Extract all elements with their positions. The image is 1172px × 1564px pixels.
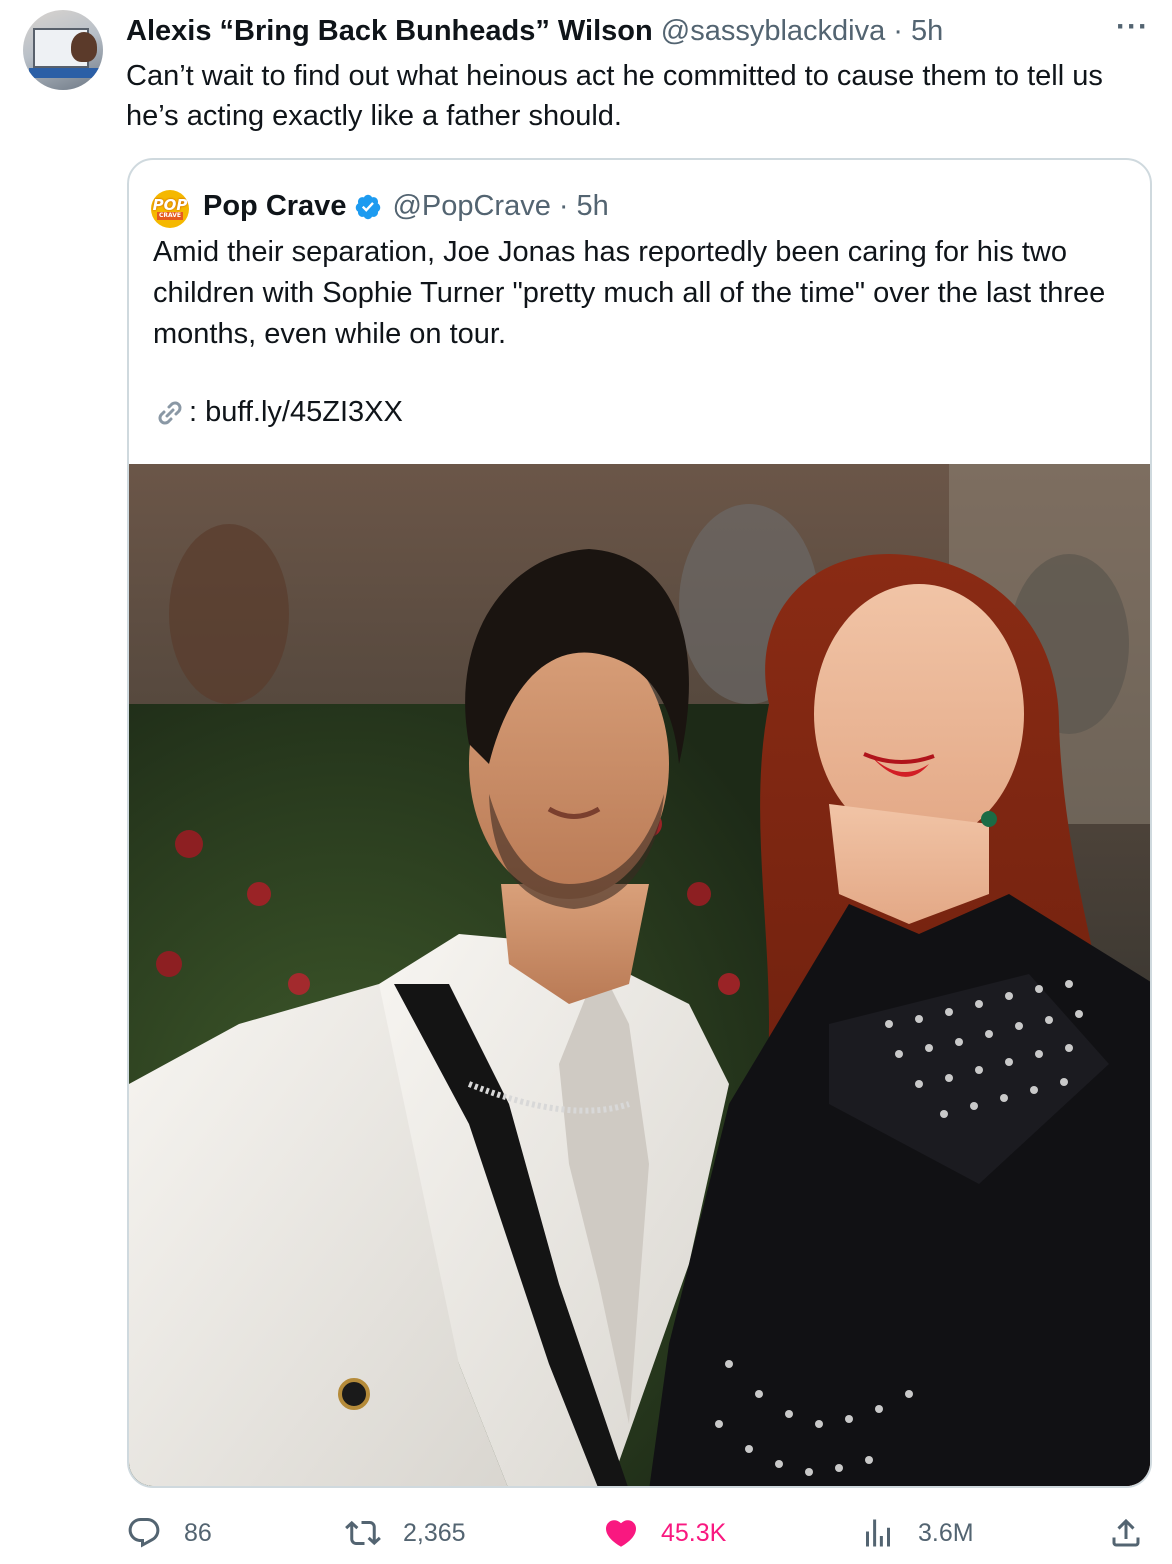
quoted-timestamp[interactable]: 5h bbox=[577, 186, 609, 226]
photo-illustration bbox=[129, 464, 1150, 1486]
retweet-icon bbox=[345, 1515, 381, 1551]
heart-icon bbox=[603, 1515, 639, 1551]
verified-badge-icon bbox=[354, 192, 382, 220]
author-avatar[interactable] bbox=[23, 10, 103, 90]
quoted-header-separator: · bbox=[558, 190, 569, 222]
header-separator: · bbox=[893, 15, 903, 47]
author-handle[interactable]: @sassyblackdiva bbox=[661, 15, 885, 47]
tweet-header: Alexis “Bring Back Bunheads” Wilson @sas… bbox=[126, 12, 943, 50]
quoted-link[interactable]: buff.ly/45ZI3XX bbox=[205, 392, 403, 433]
avatar-taskbar-shape bbox=[29, 68, 99, 78]
quoted-tweet-text: Amid their separation, Joe Jonas has rep… bbox=[153, 236, 1106, 350]
author-name[interactable]: Alexis “Bring Back Bunheads” Wilson bbox=[126, 15, 653, 47]
views-button[interactable]: 3.6M bbox=[860, 1508, 974, 1558]
logo-text-top: POP bbox=[152, 196, 188, 214]
quoted-tweet-header: Pop Crave @PopCrave · 5h bbox=[203, 186, 609, 226]
tweet-timestamp[interactable]: 5h bbox=[911, 15, 943, 47]
like-button[interactable]: 45.3K bbox=[603, 1508, 726, 1558]
views-icon bbox=[860, 1515, 896, 1551]
views-count: 3.6M bbox=[918, 1518, 974, 1547]
quoted-author-handle[interactable]: @PopCrave bbox=[392, 186, 550, 226]
reply-count: 86 bbox=[184, 1518, 212, 1547]
tweet-text: Can’t wait to find out what heinous act … bbox=[126, 60, 1103, 132]
share-button[interactable] bbox=[1108, 1508, 1144, 1558]
logo-text-bottom: CRAVE bbox=[156, 212, 183, 220]
avatar-person-shape bbox=[71, 32, 97, 62]
retweet-button[interactable]: 2,365 bbox=[345, 1508, 466, 1558]
like-count: 45.3K bbox=[661, 1518, 727, 1547]
pop-crave-logo[interactable]: POP CRAVE bbox=[151, 190, 189, 228]
retweet-count: 2,365 bbox=[403, 1518, 466, 1547]
link-icon bbox=[153, 396, 187, 430]
link-prefix: : bbox=[189, 396, 198, 428]
reply-button[interactable]: 86 bbox=[126, 1508, 212, 1558]
share-icon bbox=[1108, 1515, 1144, 1551]
reply-icon bbox=[126, 1515, 162, 1551]
quoted-tweet-card[interactable]: POP CRAVE Pop Crave @PopCrave · 5h Amid … bbox=[127, 158, 1152, 1488]
quoted-author-name[interactable]: Pop Crave bbox=[203, 186, 346, 226]
quoted-tweet-photo[interactable] bbox=[129, 464, 1150, 1486]
action-bar: 86 2,365 45.3K 3.6M bbox=[0, 1508, 1172, 1558]
quoted-link-line: : buff.ly/45ZI3XX bbox=[153, 392, 403, 433]
more-options-button[interactable]: ··· bbox=[1116, 10, 1149, 44]
